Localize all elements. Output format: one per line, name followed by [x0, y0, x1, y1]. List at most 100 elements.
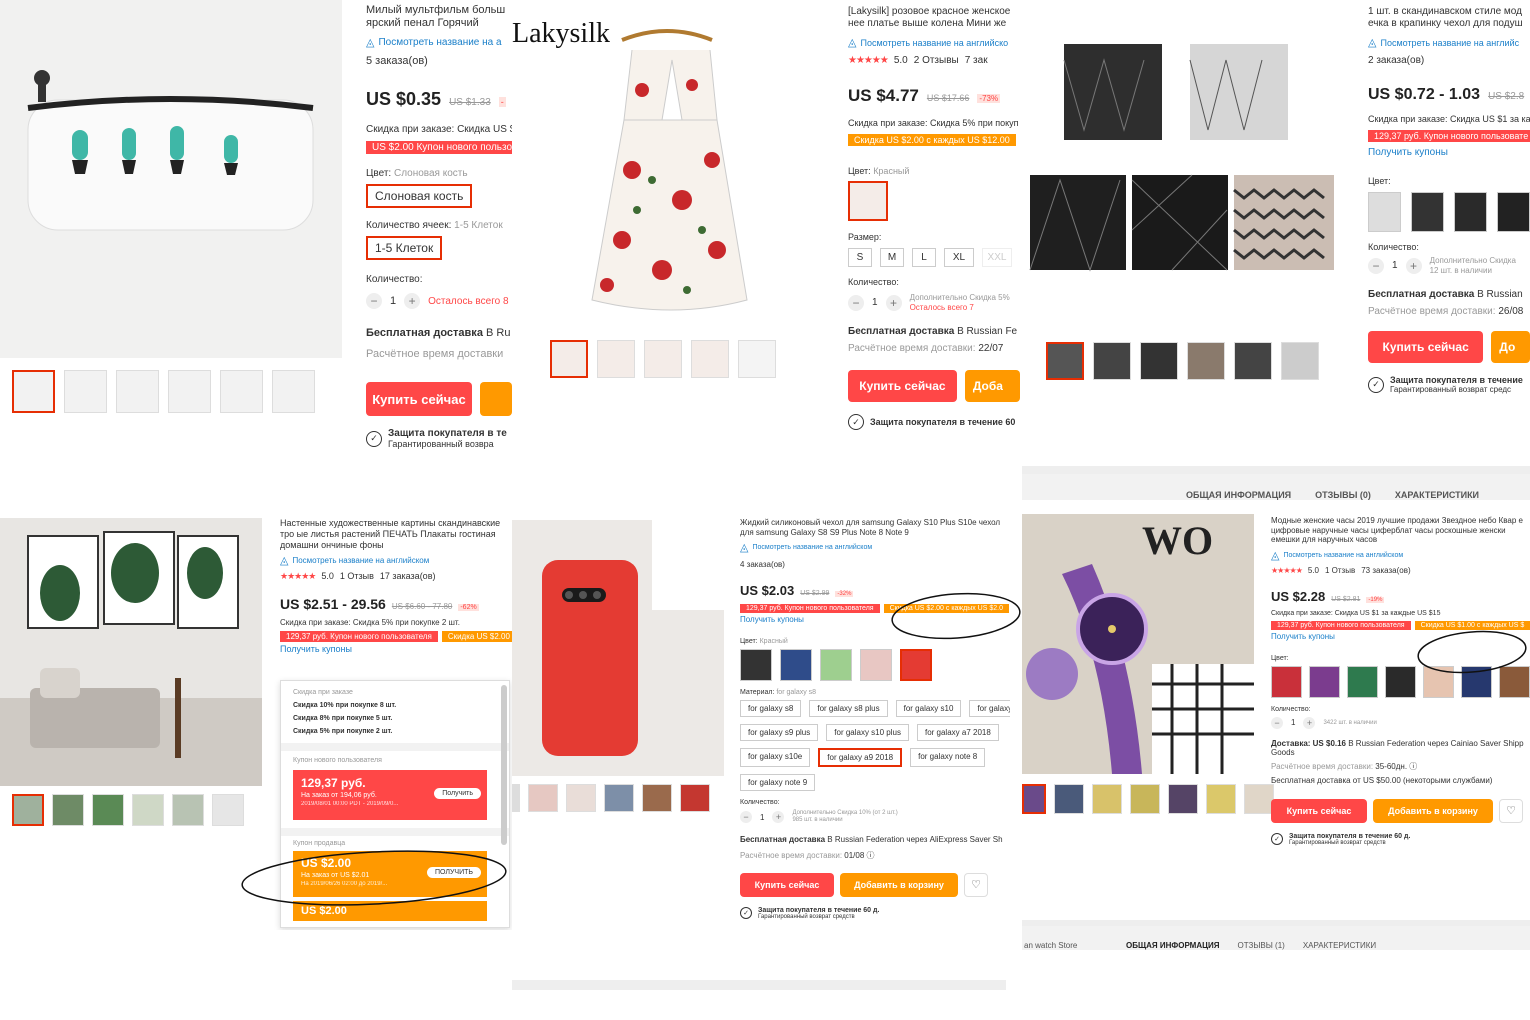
thumbnail[interactable] [220, 370, 263, 413]
translate-link[interactable]: Посмотреть название на английском [752, 544, 872, 551]
minus-icon[interactable]: − [1271, 716, 1283, 729]
new-user-coupon[interactable]: 129,37 руб. Купон нового пользователя [1271, 620, 1411, 630]
color-swatch[interactable] [1411, 192, 1444, 232]
thumbnail[interactable] [566, 784, 596, 812]
model-option[interactable]: for galaxy a9 2018 [818, 748, 903, 768]
color-option[interactable]: Слоновая кость [366, 184, 473, 209]
model-option[interactable]: for galaxy s8 [740, 700, 802, 718]
add-to-cart-button[interactable]: Добавить в корзину [840, 872, 958, 897]
model-option[interactable]: for galaxy s9 plus [740, 724, 819, 742]
model-option[interactable]: for galaxy note 8 [910, 748, 986, 768]
coupon-get-button[interactable]: Получить [434, 788, 481, 799]
main-product-image[interactable] [1022, 0, 1352, 330]
color-swatch[interactable] [1497, 192, 1530, 232]
thumbnail[interactable] [604, 784, 634, 812]
buy-now-button[interactable]: Купить сейчас [1368, 331, 1484, 364]
new-user-coupon[interactable]: 129,37 руб. Купон нового пользовате [1368, 130, 1530, 142]
model-option[interactable]: for galaxy s10e [740, 748, 811, 768]
color-swatch[interactable] [1368, 192, 1401, 232]
tab-reviews[interactable]: ОТЗЫВЫ (1) [1237, 941, 1284, 950]
main-product-image[interactable] [0, 518, 262, 786]
color-swatch[interactable] [820, 649, 852, 682]
tab-general-info[interactable]: ОБЩАЯ ИНФОРМАЦИЯ [1126, 941, 1219, 950]
thumbnail[interactable] [1281, 342, 1319, 380]
color-swatch[interactable] [1271, 665, 1302, 698]
thumbnail[interactable] [1187, 342, 1225, 380]
plus-icon[interactable]: + [772, 811, 785, 824]
quantity-value[interactable]: 1 [872, 297, 878, 308]
plus-icon[interactable]: + [1303, 716, 1316, 729]
color-swatch[interactable] [1309, 665, 1340, 698]
thumbnail[interactable] [64, 370, 107, 413]
thumbnail[interactable] [642, 784, 672, 812]
main-product-image[interactable] [0, 0, 342, 358]
model-option[interactable]: for galaxy [969, 700, 1010, 718]
translate-link[interactable]: Посмотреть название на английском [1283, 552, 1403, 559]
minus-icon[interactable]: − [1368, 257, 1384, 274]
info-icon[interactable]: ⓘ [1409, 762, 1417, 771]
thumbnail[interactable] [1046, 342, 1084, 380]
thumbnail[interactable] [691, 340, 729, 378]
thumbnail[interactable] [1093, 342, 1131, 380]
size-xl[interactable]: XL [944, 248, 974, 267]
translate-link[interactable]: Посмотреть название на английском [292, 556, 429, 565]
plus-icon[interactable]: + [404, 293, 421, 310]
thumbnail[interactable] [1244, 784, 1274, 814]
seller-coupon[interactable]: Скидка US $2.00 с каждых US $12.00 [848, 134, 1016, 146]
model-option[interactable]: for galaxy a7 2018 [916, 724, 999, 742]
plus-icon[interactable]: + [885, 294, 902, 311]
minus-icon[interactable]: − [848, 294, 864, 311]
size-m[interactable]: M [880, 248, 904, 267]
minus-icon[interactable]: − [366, 293, 382, 310]
thumbnail[interactable] [1092, 784, 1122, 814]
store-name[interactable]: an watch Store [1022, 941, 1122, 950]
size-l[interactable]: L [912, 248, 936, 267]
wishlist-heart-icon[interactable]: ♡ [964, 872, 988, 897]
reviews-count[interactable]: 1 Отзыв [1325, 566, 1355, 575]
thumbnail[interactable] [172, 794, 204, 826]
dropdown-scrollbar[interactable] [501, 685, 507, 845]
new-user-coupon[interactable]: US $2.00 Купон нового пользо [366, 141, 512, 155]
model-option[interactable]: for galaxy s10 [895, 700, 962, 718]
size-s[interactable]: S [848, 248, 872, 267]
cells-option[interactable]: 1-5 Клеток [366, 236, 443, 261]
thumbnail[interactable] [1234, 342, 1272, 380]
quantity-value[interactable]: 1 [1291, 718, 1295, 727]
get-coupons-link[interactable]: Получить купоны [1368, 147, 1530, 158]
thumbnail[interactable] [1130, 784, 1160, 814]
translate-link[interactable]: Посмотреть название на а [378, 37, 501, 48]
plus-icon[interactable]: + [1405, 257, 1422, 274]
add-to-cart-button[interactable]: Доба [964, 370, 1020, 403]
buy-now-button[interactable]: Купить сейчас [366, 382, 472, 417]
thumbnail[interactable] [680, 784, 710, 812]
quantity-value[interactable]: 1 [1392, 260, 1398, 271]
buy-now-button[interactable]: Купить сейчас [740, 872, 834, 897]
thumbnail[interactable] [1168, 784, 1198, 814]
quantity-value[interactable]: 1 [390, 295, 396, 307]
model-option[interactable]: for galaxy note 9 [740, 774, 816, 792]
thumbnail[interactable] [212, 794, 244, 826]
thumbnail[interactable] [272, 370, 315, 413]
new-user-coupon[interactable]: 129,37 руб. Купон нового пользователя [740, 604, 880, 614]
minus-icon[interactable]: − [740, 811, 752, 824]
get-coupons-link[interactable]: Получить купоны [280, 644, 512, 654]
new-user-coupon[interactable]: 129,37 руб. Купон нового пользователя [280, 631, 438, 643]
color-swatch[interactable] [1385, 665, 1416, 698]
color-swatch[interactable] [1454, 192, 1487, 232]
thumbnail[interactable] [132, 794, 164, 826]
seller-coupon[interactable]: Скидка US $2.00 с кажд [441, 631, 512, 643]
thumbnail[interactable] [528, 784, 558, 812]
model-option[interactable]: for galaxy s10 plus [826, 724, 909, 742]
thumbnail[interactable] [92, 794, 124, 826]
main-product-image[interactable]: WO [1022, 514, 1254, 774]
quantity-value[interactable]: 1 [760, 813, 764, 822]
thumbnail[interactable] [1022, 784, 1046, 814]
reviews-count[interactable]: 1 Отзыв [340, 571, 374, 582]
info-icon[interactable]: ⓘ [867, 851, 875, 860]
buy-now-button[interactable]: Купить сейчас [848, 370, 957, 403]
translate-link[interactable]: Посмотреть название на английско [860, 38, 1008, 48]
thumbnail[interactable] [52, 794, 84, 826]
color-swatch[interactable] [848, 181, 888, 221]
thumbnail[interactable] [1206, 784, 1236, 814]
translate-link[interactable]: Посмотреть название на английс [1380, 38, 1519, 48]
